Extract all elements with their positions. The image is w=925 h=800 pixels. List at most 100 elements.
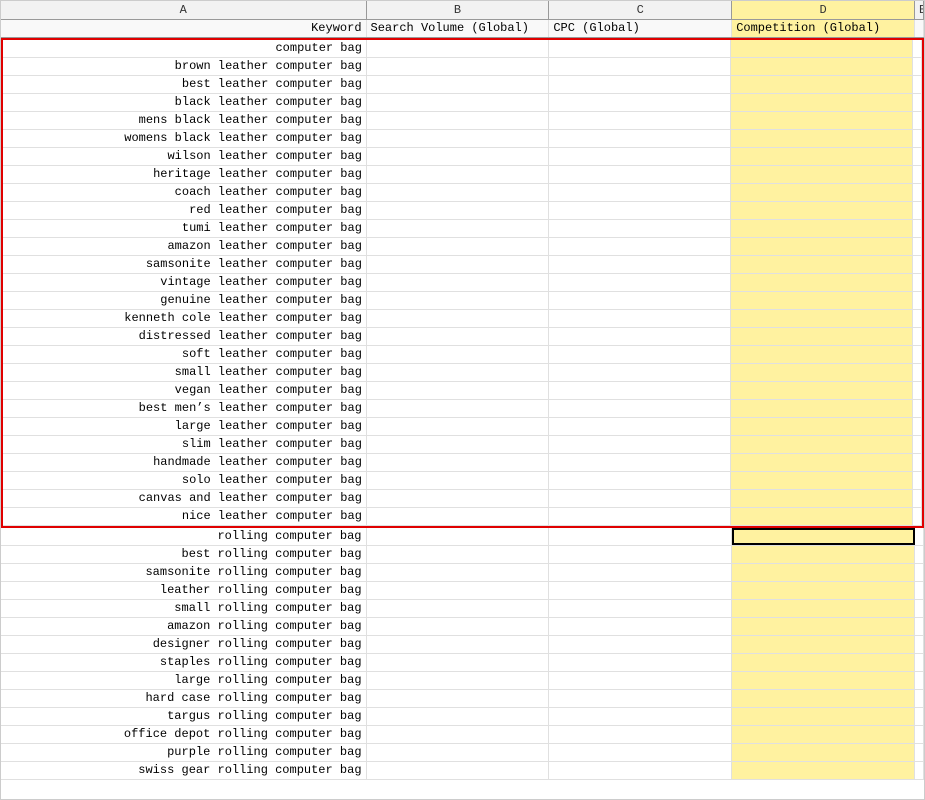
table-row[interactable]: hard case rolling computer bag: [1, 690, 924, 708]
cell-e: [913, 364, 922, 381]
table-row[interactable]: coach leather computer bag: [3, 184, 922, 202]
table-row[interactable]: slim leather computer bag: [3, 436, 922, 454]
table-row[interactable]: genuine leather computer bag: [3, 292, 922, 310]
cell-cpc: [549, 40, 731, 57]
cell-cpc: [549, 672, 732, 689]
cell-cpc: [549, 94, 731, 111]
cell-competition: [731, 76, 913, 93]
cell-search-volume: [367, 672, 550, 689]
cell-competition: [731, 184, 913, 201]
cell-search-volume: [367, 744, 550, 761]
cell-e: [913, 148, 922, 165]
cell-keyword: heritage leather computer bag: [3, 166, 367, 183]
cell-keyword: soft leather computer bag: [3, 346, 367, 363]
col-header-c[interactable]: C: [549, 1, 732, 19]
cell-e: [913, 436, 922, 453]
cell-competition[interactable]: [732, 528, 915, 545]
cell-competition: [731, 400, 913, 417]
table-row[interactable]: small leather computer bag: [3, 364, 922, 382]
table-row[interactable]: best leather computer bag: [3, 76, 922, 94]
table-row[interactable]: tumi leather computer bag: [3, 220, 922, 238]
table-row[interactable]: small rolling computer bag: [1, 600, 924, 618]
cell-search-volume: [367, 274, 549, 291]
cell-cpc: [549, 418, 731, 435]
table-row[interactable]: purple rolling computer bag: [1, 744, 924, 762]
header-competition: Competition (Global): [732, 20, 915, 37]
table-row[interactable]: wilson leather computer bag: [3, 148, 922, 166]
cell-e: [915, 762, 924, 779]
table-row[interactable]: mens black leather computer bag: [3, 112, 922, 130]
cell-e: [913, 472, 922, 489]
cell-keyword: small rolling computer bag: [1, 600, 367, 617]
table-row[interactable]: office depot rolling computer bag: [1, 726, 924, 744]
cell-search-volume: [367, 508, 549, 525]
col-header-a[interactable]: A: [1, 1, 367, 19]
cell-competition: [732, 582, 915, 599]
cell-search-volume: [367, 346, 549, 363]
cell-keyword: best leather computer bag: [3, 76, 367, 93]
cell-search-volume: [367, 418, 549, 435]
cell-e: [915, 726, 924, 743]
cell-e: [915, 690, 924, 707]
cell-cpc: [549, 546, 732, 563]
table-row[interactable]: handmade leather computer bag: [3, 454, 922, 472]
table-row[interactable]: kenneth cole leather computer bag: [3, 310, 922, 328]
table-row[interactable]: leather rolling computer bag: [1, 582, 924, 600]
table-row[interactable]: amazon rolling computer bag: [1, 618, 924, 636]
cell-keyword: targus rolling computer bag: [1, 708, 367, 725]
cell-cpc: [549, 292, 731, 309]
table-row[interactable]: red leather computer bag: [3, 202, 922, 220]
cell-e: [915, 708, 924, 725]
table-row[interactable]: canvas and leather computer bag: [3, 490, 922, 508]
table-row[interactable]: best rolling computer bag: [1, 546, 924, 564]
table-row[interactable]: computer bag: [3, 40, 922, 58]
table-row[interactable]: nice leather computer bag: [3, 508, 922, 526]
cell-e: [915, 582, 924, 599]
table-row[interactable]: staples rolling computer bag: [1, 654, 924, 672]
cell-cpc: [549, 636, 732, 653]
col-header-e[interactable]: E: [915, 1, 924, 19]
cell-e: [913, 490, 922, 507]
cell-cpc: [549, 400, 731, 417]
table-row[interactable]: womens black leather computer bag: [3, 130, 922, 148]
table-row[interactable]: samsonite leather computer bag: [3, 256, 922, 274]
cell-competition: [731, 40, 913, 57]
table-row[interactable]: samsonite rolling computer bag: [1, 564, 924, 582]
col-header-b[interactable]: B: [367, 1, 550, 19]
col-header-d[interactable]: D: [732, 1, 915, 19]
table-row[interactable]: vegan leather computer bag: [3, 382, 922, 400]
table-row[interactable]: amazon leather computer bag: [3, 238, 922, 256]
cell-search-volume: [367, 292, 549, 309]
table-row[interactable]: heritage leather computer bag: [3, 166, 922, 184]
table-row[interactable]: designer rolling computer bag: [1, 636, 924, 654]
cell-cpc: [549, 166, 731, 183]
table-row[interactable]: brown leather computer bag: [3, 58, 922, 76]
cell-keyword: genuine leather computer bag: [3, 292, 367, 309]
cell-keyword: nice leather computer bag: [3, 508, 367, 525]
table-row[interactable]: black leather computer bag: [3, 94, 922, 112]
cell-search-volume: [367, 220, 549, 237]
cell-keyword: leather rolling computer bag: [1, 582, 367, 599]
cell-cpc: [549, 508, 731, 525]
table-row[interactable]: best men’s leather computer bag: [3, 400, 922, 418]
cell-keyword: handmade leather computer bag: [3, 454, 367, 471]
cell-cpc: [549, 600, 732, 617]
table-row[interactable]: targus rolling computer bag: [1, 708, 924, 726]
table-row[interactable]: soft leather computer bag: [3, 346, 922, 364]
cell-search-volume: [367, 708, 550, 725]
cell-e: [913, 76, 922, 93]
cell-e: [913, 130, 922, 147]
table-row[interactable]: rolling computer bag: [1, 528, 924, 546]
cell-e: [915, 636, 924, 653]
table-row[interactable]: distressed leather computer bag: [3, 328, 922, 346]
table-row[interactable]: solo leather computer bag: [3, 472, 922, 490]
cell-keyword: solo leather computer bag: [3, 472, 367, 489]
table-row[interactable]: vintage leather computer bag: [3, 274, 922, 292]
cell-search-volume: [367, 238, 549, 255]
cell-e: [915, 618, 924, 635]
table-row[interactable]: swiss gear rolling computer bag: [1, 762, 924, 780]
header-e: [915, 20, 924, 37]
cell-cpc: [549, 202, 731, 219]
table-row[interactable]: large leather computer bag: [3, 418, 922, 436]
table-row[interactable]: large rolling computer bag: [1, 672, 924, 690]
